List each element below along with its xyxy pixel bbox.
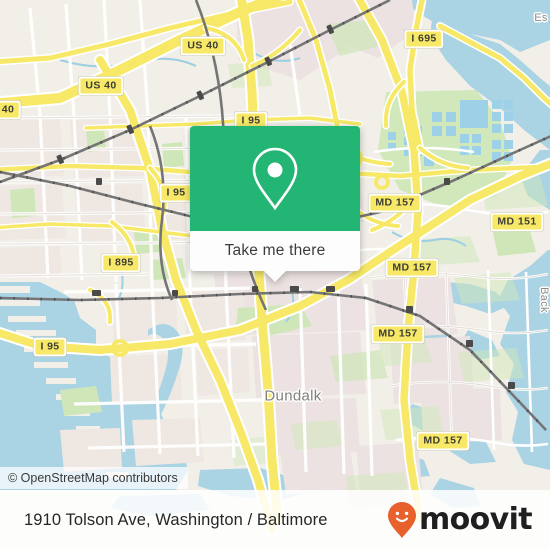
moovit-wordmark: moovit bbox=[418, 502, 533, 537]
map-canvas[interactable]: US 40 US 40 40 I 95 I 695 I 95 I 895 I 95 MD 157… bbox=[0, 0, 550, 550]
map-screenshot: US 40 US 40 40 I 95 I 695 I 95 I 895 I 95 MD 157… bbox=[0, 0, 550, 550]
popup-header bbox=[190, 126, 360, 231]
place-label: Es bbox=[534, 12, 548, 24]
take-me-there-button[interactable]: Take me there bbox=[190, 231, 360, 271]
place-label: Dundalk bbox=[264, 387, 322, 405]
footer-bar: 1910 Tolson Ave, Washington / Baltimore … bbox=[0, 490, 550, 550]
address-title: 1910 Tolson Ave, Washington / Baltimore bbox=[24, 510, 328, 529]
place-label: Back bbox=[538, 287, 550, 313]
osm-attribution[interactable]: © OpenStreetMap contributors bbox=[0, 467, 188, 489]
location-popup[interactable]: Take me there bbox=[190, 126, 360, 282]
map-pin-icon bbox=[252, 147, 298, 210]
popup-tail bbox=[264, 271, 286, 282]
moovit-smiley-pin-icon bbox=[387, 502, 416, 538]
moovit-brand[interactable]: moovit bbox=[387, 501, 533, 539]
